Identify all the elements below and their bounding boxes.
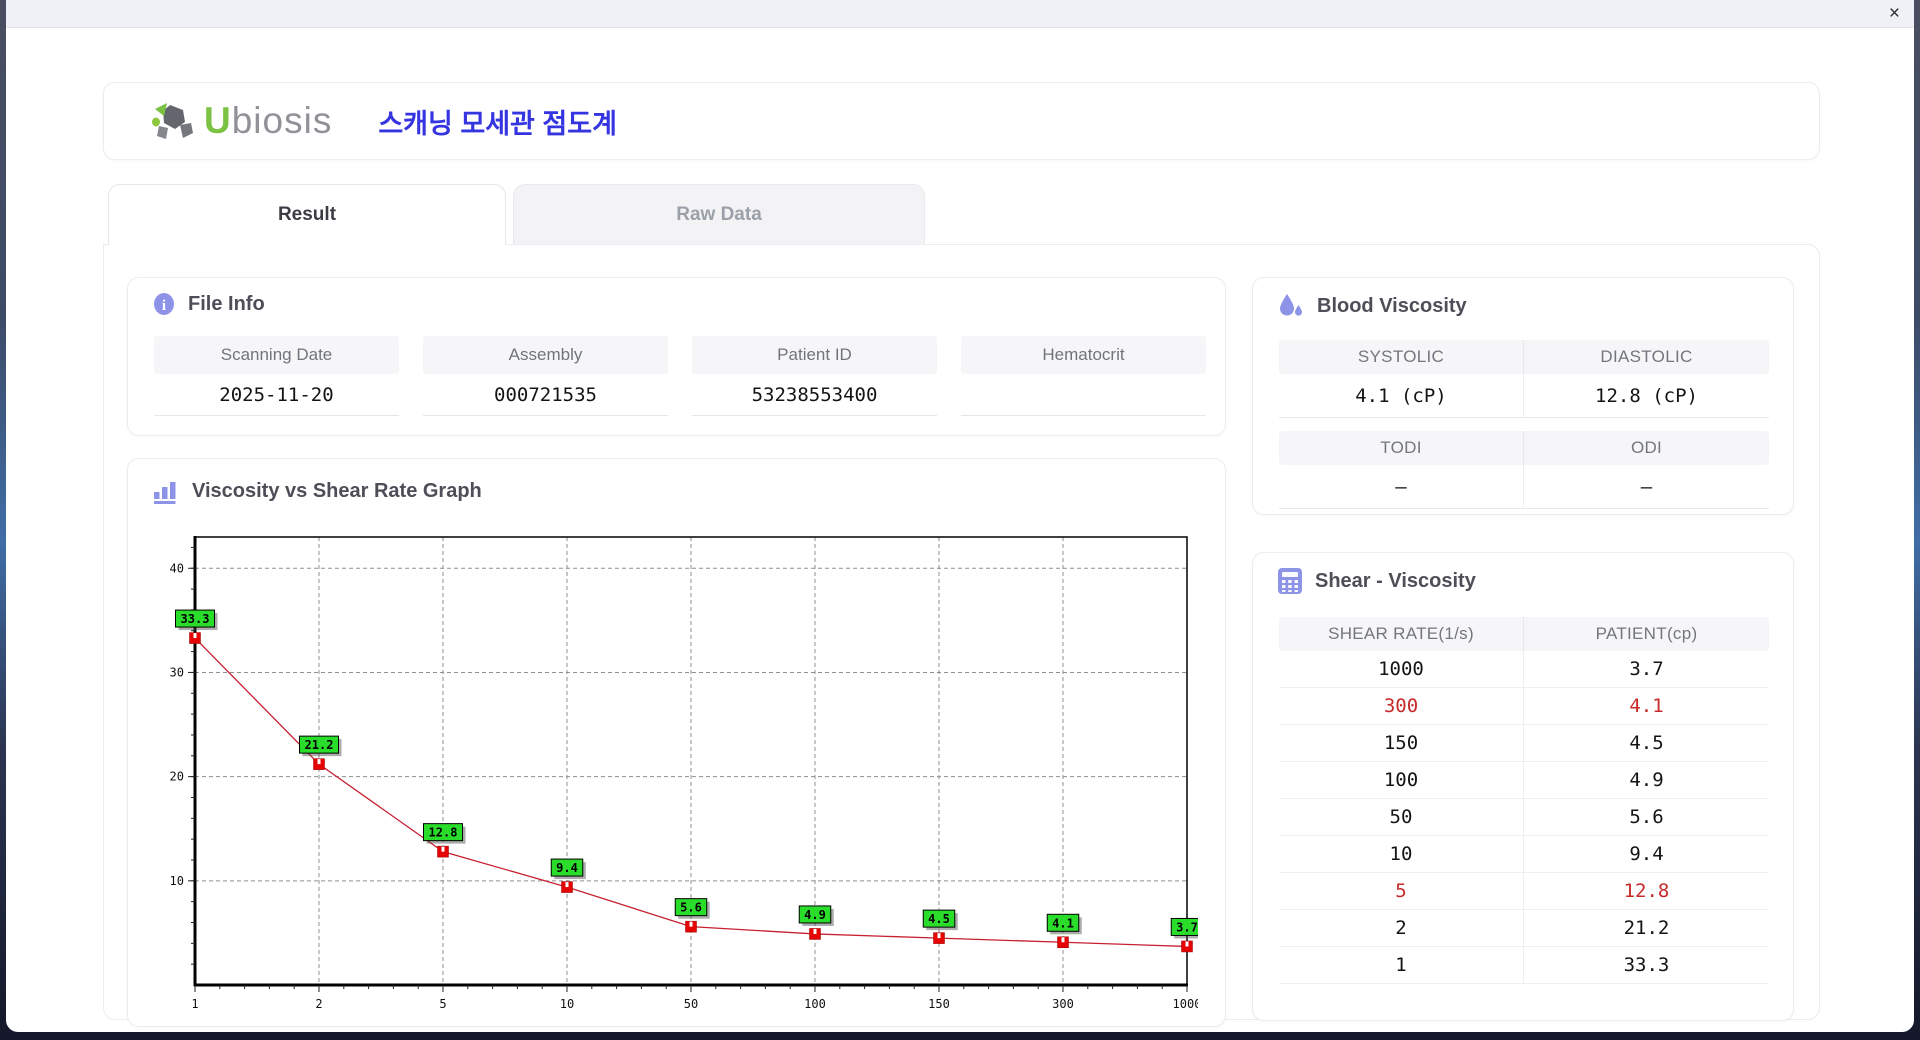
shear-viscosity-card: Shear - Viscosity SHEAR RATE(1/s) PATIEN… (1252, 552, 1794, 1021)
field-patient-id: Patient ID 53238553400 (692, 336, 937, 416)
shear-viscosity-table: SHEAR RATE(1/s) PATIENT(cp) 1000 3.7 300 4… (1279, 617, 1769, 984)
bar-chart-icon (152, 477, 180, 505)
blood-viscosity-table: SYSTOLIC DIASTOLIC 4.1 (cP) 12.8 (cP) TO… (1279, 340, 1769, 509)
table-row: 150 4.5 (1279, 725, 1769, 762)
ubiosis-leaf-icon (150, 100, 196, 142)
table-row: 10 9.4 (1279, 836, 1769, 873)
tab-result[interactable]: Result (108, 184, 506, 245)
result-panel: i File Info Scanning Date 2025-11-20 Ass… (103, 244, 1820, 1027)
svg-text:21.2: 21.2 (305, 738, 334, 752)
window-titlebar: × (6, 0, 1914, 28)
app-window: Ubiosis 스캐닝 모세관 점도계 Result Raw Data i Fi… (6, 28, 1914, 1032)
svg-text:5.6: 5.6 (680, 901, 702, 915)
odi-value: – (1524, 465, 1769, 509)
blood-viscosity-title: Blood Viscosity (1277, 292, 1467, 320)
page-title: 스캐닝 모세관 점도계 (378, 108, 617, 139)
table-grid-icon (1277, 567, 1303, 595)
table-row: 1 33.3 (1279, 947, 1769, 984)
table-row: 50 5.6 (1279, 799, 1769, 836)
field-assembly: Assembly 000721535 (423, 336, 668, 416)
diastolic-value: 12.8 (cP) (1524, 374, 1769, 418)
shear-table-header: SHEAR RATE(1/s) PATIENT(cp) (1279, 617, 1769, 651)
app-header: Ubiosis 스캐닝 모세관 점도계 (103, 82, 1820, 160)
svg-text:4.5: 4.5 (928, 912, 950, 926)
blood-drops-icon (1277, 292, 1305, 320)
svg-text:4.9: 4.9 (804, 908, 826, 922)
svg-text:33.3: 33.3 (181, 612, 210, 626)
svg-text:i: i (162, 298, 166, 314)
graph-title: Viscosity vs Shear Rate Graph (152, 477, 482, 505)
field-scanning-date: Scanning Date 2025-11-20 (154, 336, 399, 416)
file-info-card: i File Info Scanning Date 2025-11-20 Ass… (127, 277, 1226, 436)
svg-text:4.1: 4.1 (1052, 916, 1074, 930)
svg-text:150: 150 (928, 997, 950, 1011)
viscosity-chart: 10 20 30 40 1 2 5 10 50 100 150 300 1000 33.3 21.2 12.8… (170, 536, 1198, 1011)
systolic-value: 4.1 (cP) (1279, 374, 1524, 418)
svg-text:50: 50 (684, 997, 698, 1011)
table-row: 300 4.1 (1279, 688, 1769, 725)
file-info-title: i File Info (152, 292, 265, 316)
close-icon[interactable]: × (1889, 3, 1900, 25)
svg-text:9.4: 9.4 (556, 861, 578, 875)
file-info-fields: Scanning Date 2025-11-20 Assembly 000721… (154, 336, 1206, 416)
logo: Ubiosis (150, 100, 332, 142)
svg-text:10: 10 (560, 997, 574, 1011)
shear-viscosity-title: Shear - Viscosity (1277, 567, 1476, 595)
field-hematocrit: Hematocrit (961, 336, 1206, 416)
svg-text:20: 20 (170, 770, 184, 784)
svg-text:100: 100 (804, 997, 826, 1011)
blood-viscosity-card: Blood Viscosity SYSTOLIC DIASTOLIC 4.1 (… (1252, 277, 1794, 515)
tab-raw-data[interactable]: Raw Data (513, 184, 925, 244)
svg-text:2: 2 (315, 997, 322, 1011)
svg-text:3.7: 3.7 (1176, 920, 1198, 934)
table-row: 1000 3.7 (1279, 651, 1769, 688)
svg-text:10: 10 (170, 874, 184, 888)
todi-value: – (1279, 465, 1524, 509)
table-row: 100 4.9 (1279, 762, 1769, 799)
svg-text:300: 300 (1052, 997, 1074, 1011)
svg-text:5: 5 (439, 997, 446, 1011)
table-row: 5 12.8 (1279, 873, 1769, 910)
logo-text: Ubiosis (204, 100, 333, 141)
svg-text:1: 1 (191, 997, 198, 1011)
svg-text:1000: 1000 (1173, 997, 1198, 1011)
svg-text:12.8: 12.8 (429, 826, 458, 840)
svg-text:40: 40 (170, 561, 184, 575)
viscosity-graph-card: Viscosity vs Shear Rate Graph 10 20 30 40 1 2… (127, 458, 1226, 1027)
svg-text:30: 30 (170, 665, 184, 679)
table-row: 2 21.2 (1279, 910, 1769, 947)
info-icon: i (152, 292, 176, 316)
